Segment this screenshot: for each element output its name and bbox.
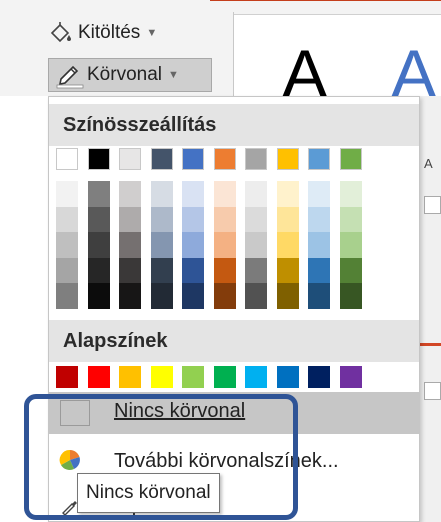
shape-fill-button[interactable]: Kitöltés ▼ [48, 16, 157, 50]
theme-shade-swatch[interactable] [56, 257, 78, 283]
chevron-down-icon: ▼ [146, 27, 158, 39]
theme-shade-swatch[interactable] [87, 257, 110, 283]
theme-shade-swatch[interactable] [150, 232, 173, 258]
theme-color-swatch[interactable] [339, 148, 362, 170]
theme-shade-swatch[interactable] [276, 257, 299, 283]
theme-color-swatch[interactable] [119, 148, 141, 170]
theme-shade-swatch[interactable] [182, 181, 204, 207]
pencil-icon [55, 61, 85, 89]
standard-colors-header: Alapszínek [49, 320, 419, 362]
theme-shade-swatch[interactable] [339, 283, 362, 309]
theme-shade-swatch[interactable] [182, 206, 204, 232]
standard-color-swatch[interactable] [213, 366, 236, 388]
theme-shade-swatch[interactable] [213, 181, 236, 207]
theme-shade-swatch[interactable] [119, 181, 141, 207]
theme-shade-swatch[interactable] [56, 283, 78, 309]
theme-shade-swatch[interactable] [245, 232, 267, 258]
standard-color-swatch[interactable] [56, 366, 78, 388]
theme-shade-swatch[interactable] [182, 283, 204, 309]
right-panel-field[interactable] [424, 382, 441, 400]
theme-shade-swatch[interactable] [182, 257, 204, 283]
theme-shade-swatch[interactable] [245, 206, 267, 232]
theme-shade-swatch[interactable] [150, 257, 173, 283]
theme-shade-swatch[interactable] [276, 206, 299, 232]
theme-shade-swatch[interactable] [308, 206, 330, 232]
right-panel-fragment-text: A [424, 156, 433, 171]
theme-shade-swatch[interactable] [150, 283, 173, 309]
theme-shade-swatch[interactable] [150, 206, 173, 232]
theme-shade-swatch[interactable] [119, 206, 141, 232]
theme-shade-swatch[interactable] [213, 257, 236, 283]
theme-shade-swatch[interactable] [119, 283, 141, 309]
theme-shade-swatch[interactable] [87, 283, 110, 309]
theme-shade-swatch[interactable] [339, 206, 362, 232]
right-panel-accent [420, 343, 441, 346]
theme-shade-swatch[interactable] [119, 257, 141, 283]
theme-color-swatch[interactable] [56, 148, 78, 170]
paint-bucket-icon [48, 20, 74, 46]
shape-outline-label: Körvonal [87, 64, 162, 85]
chevron-down-icon: ▼ [168, 69, 179, 81]
theme-shade-swatch[interactable] [56, 232, 78, 258]
theme-shade-swatch[interactable] [276, 232, 299, 258]
theme-shade-swatch[interactable] [276, 181, 299, 207]
theme-shade-swatch[interactable] [150, 181, 173, 207]
theme-shade-swatch[interactable] [308, 232, 330, 258]
shape-fill-label: Kitöltés [78, 22, 141, 43]
theme-shade-swatch[interactable] [308, 257, 330, 283]
theme-shade-swatch[interactable] [56, 206, 78, 232]
focus-highlight [24, 394, 298, 520]
theme-shade-swatch[interactable] [56, 181, 78, 207]
shape-outline-button[interactable]: Körvonal ▼ [48, 58, 212, 92]
theme-shade-swatch[interactable] [213, 232, 236, 258]
theme-shade-swatch[interactable] [245, 257, 267, 283]
theme-shade-swatch[interactable] [213, 283, 236, 309]
standard-color-swatch[interactable] [339, 366, 362, 388]
ribbon-accent-line [210, 0, 441, 1]
standard-color-swatch[interactable] [245, 366, 267, 388]
theme-color-swatch[interactable] [276, 148, 299, 170]
theme-shade-swatch[interactable] [339, 181, 362, 207]
theme-shade-swatch[interactable] [276, 283, 299, 309]
theme-color-swatch[interactable] [308, 148, 330, 170]
theme-shade-swatch[interactable] [213, 206, 236, 232]
theme-shade-swatch[interactable] [182, 232, 204, 258]
theme-shade-swatch[interactable] [339, 257, 362, 283]
theme-colors-header: Színösszeállítás [49, 104, 419, 146]
theme-color-swatch[interactable] [150, 148, 173, 170]
standard-color-swatch[interactable] [119, 366, 141, 388]
theme-shade-swatch[interactable] [339, 232, 362, 258]
theme-color-swatch[interactable] [213, 148, 236, 170]
theme-shade-swatch[interactable] [245, 283, 267, 309]
right-panel-field[interactable] [424, 196, 441, 214]
theme-color-swatch[interactable] [87, 148, 110, 170]
theme-shade-swatch[interactable] [87, 206, 110, 232]
theme-color-swatch[interactable] [245, 148, 267, 170]
standard-color-swatch[interactable] [87, 366, 110, 388]
theme-shade-swatch[interactable] [308, 181, 330, 207]
standard-color-swatch[interactable] [150, 366, 173, 388]
theme-shade-swatch[interactable] [87, 232, 110, 258]
theme-shade-swatch[interactable] [119, 232, 141, 258]
theme-shade-swatch[interactable] [308, 283, 330, 309]
standard-color-swatch[interactable] [276, 366, 299, 388]
theme-shade-swatch[interactable] [87, 181, 110, 207]
theme-shade-swatch[interactable] [245, 181, 267, 207]
standard-color-swatch[interactable] [182, 366, 204, 388]
theme-color-swatch[interactable] [182, 148, 204, 170]
standard-color-swatch[interactable] [308, 366, 330, 388]
